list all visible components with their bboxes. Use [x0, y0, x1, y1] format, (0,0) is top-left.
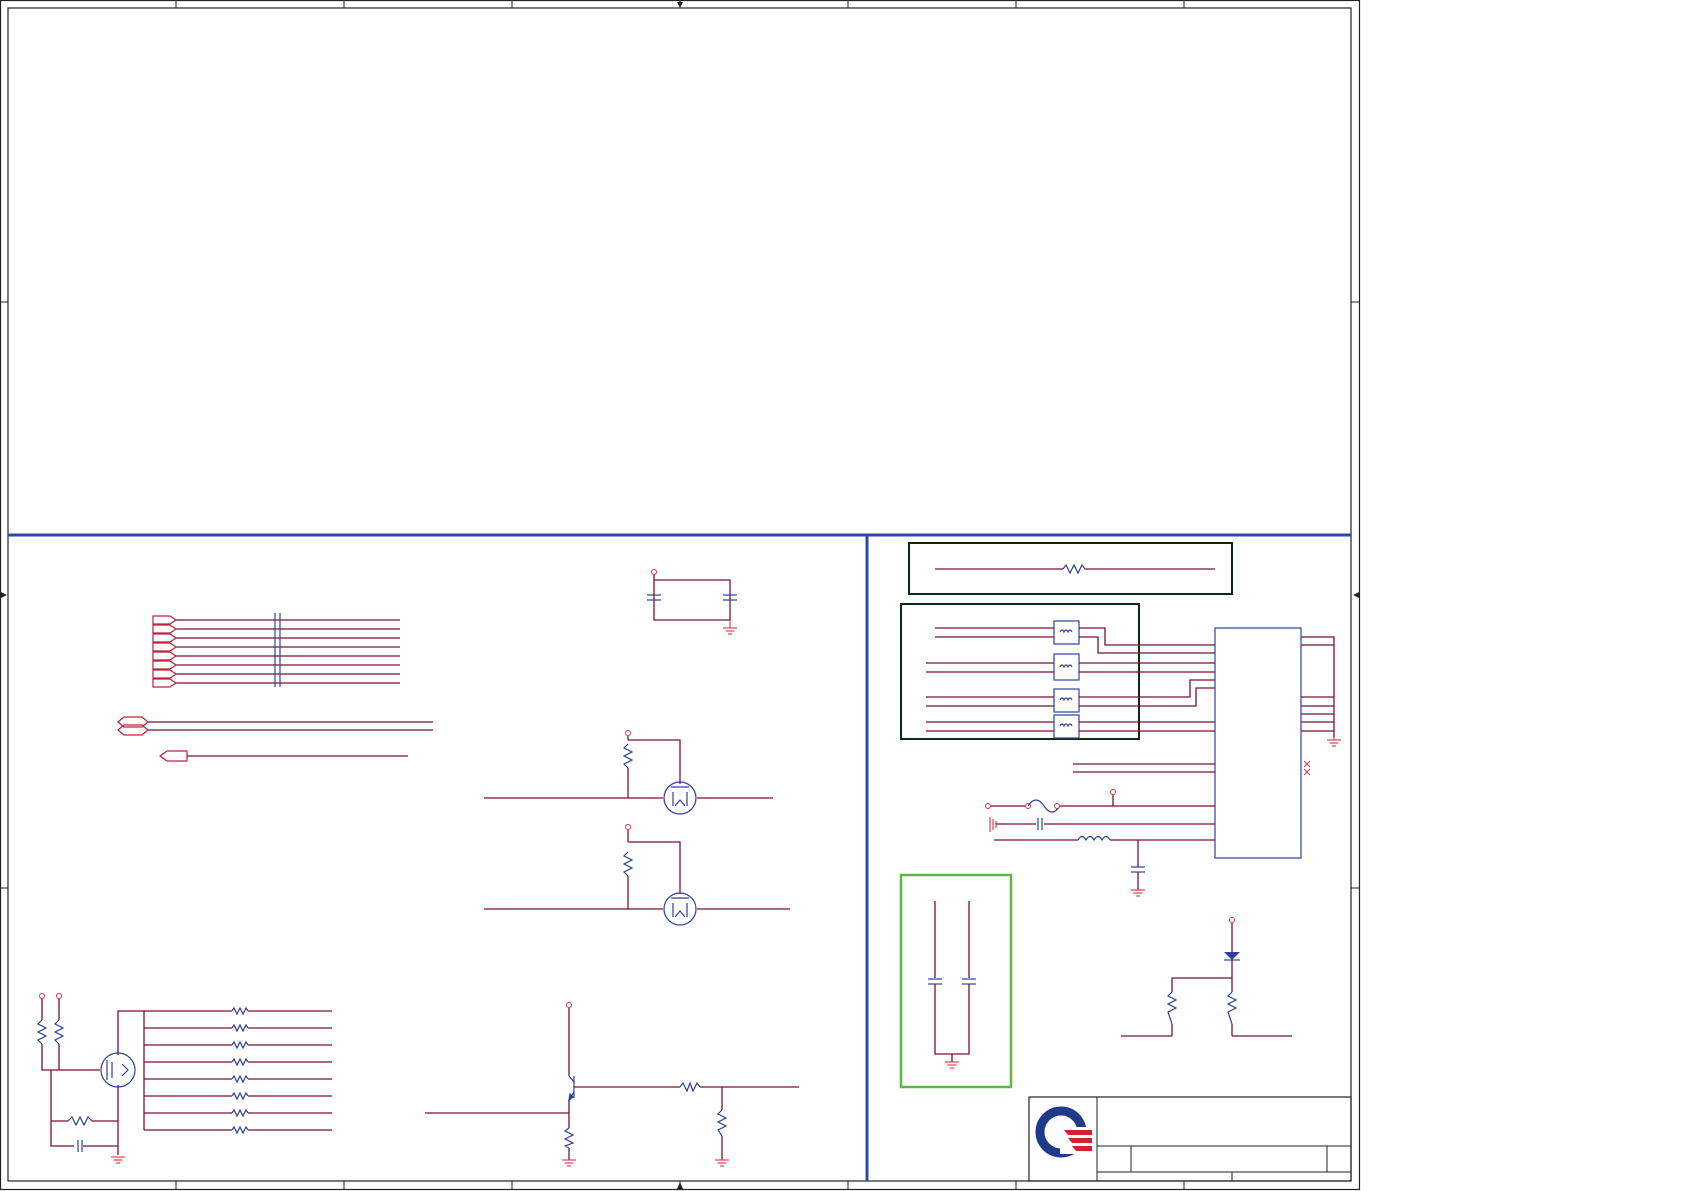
- npn-transistor-icon: [568, 1075, 575, 1102]
- ground-icon: [111, 1156, 125, 1164]
- mosfet-switch-2: [484, 824, 790, 926]
- ground-icon: [562, 1159, 729, 1167]
- title-block: [1028, 1096, 1352, 1182]
- choke-icon: [1053, 620, 1080, 645]
- choke-icon: [1053, 688, 1080, 713]
- choke-icon: [1053, 714, 1080, 739]
- level-shifter-bank: [36, 993, 332, 1164]
- decoupling-cap-pair: [647, 569, 737, 635]
- ground-icon: [945, 1061, 959, 1069]
- schematic-sheet: [0, 0, 1361, 1191]
- common-mode-choke-box: [900, 603, 1215, 740]
- bidir-signal-pair: [117, 716, 433, 736]
- input-signal-port: [158, 750, 408, 762]
- connector-icon: [1214, 627, 1302, 859]
- led-indicator: [1121, 917, 1292, 1037]
- choke-icon: [1053, 653, 1080, 681]
- ground-icon: [723, 620, 737, 635]
- diode-icon: [1224, 952, 1240, 960]
- ground-icon: [1327, 737, 1341, 747]
- bypass-cap-box: [899, 873, 1013, 1089]
- mosfet-icon: [100, 1052, 136, 1088]
- mosfet-switch-1: [484, 730, 773, 815]
- inductor-icon: [1077, 835, 1111, 842]
- ground-icon: [1131, 889, 1145, 897]
- transistor-driver: [425, 1002, 799, 1167]
- fuse-filter: [985, 789, 1215, 897]
- jumper-box: [908, 542, 1233, 595]
- bus-connector-group: [152, 613, 400, 688]
- company-logo-icon: [1035, 1106, 1092, 1158]
